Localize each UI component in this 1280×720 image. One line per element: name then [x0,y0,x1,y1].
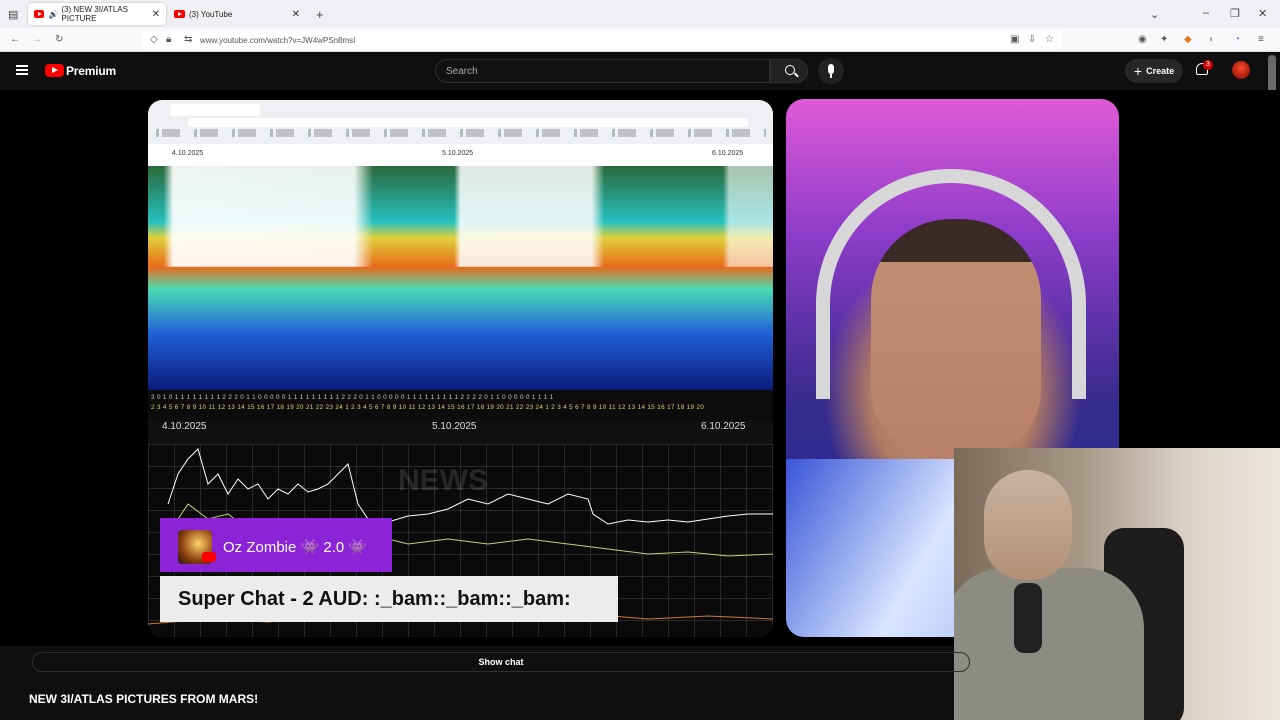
streamer-body [954,568,1144,720]
tab-list-icon[interactable]: ▤ [8,8,18,21]
headphones [816,169,1086,399]
search-input[interactable]: Search [435,59,770,83]
streamer-face [984,470,1072,580]
browser-nav-bar: ← → ↻ ◇ 🔒︎ ⇆ www.youtube.com/watch?v=JW4… [0,28,1280,52]
date-top-2: 5.10.2025 [442,150,474,157]
close-window-icon[interactable]: ✕ [1258,7,1267,20]
plus-icon: + [1133,63,1143,79]
permissions-icon[interactable]: ⇆ [184,35,192,45]
save-page-icon[interactable]: ⇩ [1028,35,1036,45]
bookmark-star-icon[interactable]: ☆ [1045,35,1054,45]
avatar[interactable] [1232,61,1250,79]
youtube-logo-icon[interactable] [45,64,64,77]
youtube-premium-logo-text[interactable]: Premium [66,64,116,78]
close-tab-icon[interactable]: ✕ [152,9,160,20]
browser-tab-bar: ▤ 🔊 (3) NEW 3I/ATLAS PICTURE ✕ (3) YouTu… [0,0,1280,28]
super-chat-author: Oz Zombie 👾 2.0 👾 [223,539,368,556]
schumann-spectrogram [148,166,773,390]
youtube-favicon-icon [34,10,45,18]
voice-search-button[interactable] [818,58,844,84]
tab-overflow-chevron-icon[interactable]: ⌄ [1150,8,1159,21]
streamer-webcam [954,448,1280,720]
super-chat-header: Oz Zombie 👾 2.0 👾 [160,518,392,572]
date-bottom-3: 6.10.2025 [701,421,746,432]
close-tab-icon[interactable]: ✕ [292,9,300,20]
reload-icon[interactable]: ↻ [55,35,63,45]
extensions-icon[interactable]: ✦ [1160,35,1168,45]
hour-tick-row-2: 2 3 4 5 6 7 8 9 10 11 12 13 14 15 16 17 … [151,404,705,411]
speaker-icon: 🔊 [48,9,59,19]
reader-view-icon[interactable]: ▣ [1010,35,1019,45]
show-chat-button[interactable]: Show chat [32,652,970,672]
restore-icon[interactable]: ❐ [1230,7,1240,20]
url-text: www.youtube.com/watch?v=JW4wPSn8msI [200,35,356,45]
create-label: Create [1146,66,1175,76]
search-button[interactable] [770,59,808,83]
forward-icon[interactable]: → [32,35,42,45]
shared-tab [170,104,260,116]
extension-icon[interactable]: ◐ [1209,35,1215,45]
super-chat-message: Super Chat - 2 AUD: :_bam::_bam::_bam: [160,576,618,622]
spectrogram-date-bar: 4.10.2025 5.10.2025 6.10.2025 [148,144,773,166]
lock-icon[interactable]: 🔒︎ [166,35,171,45]
youtube-icon [202,552,216,562]
youtube-header: Premium Search + Create 3 [0,52,1280,90]
metamask-icon[interactable]: ◆ [1184,35,1192,45]
create-button[interactable]: + Create [1125,59,1183,83]
new-tab-icon[interactable]: + [316,7,324,22]
account-icon[interactable]: ◉ [1138,35,1147,45]
guide-menu-icon[interactable] [16,65,28,75]
video-title: NEW 3I/ATLAS PICTURES FROM MARS! [29,692,259,706]
shared-browser-chrome [148,100,773,144]
ai-extension-icon[interactable]: ◔ [1234,35,1240,45]
tab-atlas-video[interactable]: 🔊 (3) NEW 3I/ATLAS PICTURE ✕ [28,3,166,25]
news-watermark: NEWS [398,464,488,497]
address-bar[interactable]: ◇ 🔒︎ ⇆ www.youtube.com/watch?v=JW4wPSn8m… [142,31,1062,49]
youtube-favicon-icon [174,10,185,18]
hour-ticks: 3 0 1 0 1 1 1 1 1 1 1 1 2 2 2 0 1 1 0 0 … [148,390,773,420]
app-menu-icon[interactable]: ≡ [1258,35,1264,45]
shield-icon[interactable]: ◇ [150,35,158,45]
tab-label: (3) NEW 3I/ATLAS PICTURE [61,5,128,23]
search-icon [785,65,795,75]
tab-label: (3) YouTube [189,9,233,19]
hour-tick-row-1: 3 0 1 0 1 1 1 1 1 1 1 1 2 2 2 0 1 1 0 0 … [151,394,554,401]
notification-badge: 3 [1203,60,1213,70]
back-icon[interactable]: ← [10,35,20,45]
minimize-icon[interactable]: – [1203,7,1209,19]
date-bottom-2: 5.10.2025 [432,421,477,432]
date-bottom-1: 4.10.2025 [162,421,207,432]
date-top-3: 6.10.2025 [712,150,744,157]
shared-address-bar [188,118,748,127]
microphone [1014,583,1042,653]
bookmarks-bar [156,129,766,137]
tab-youtube[interactable]: (3) YouTube ✕ [168,3,306,25]
date-top-1: 4.10.2025 [172,150,204,157]
